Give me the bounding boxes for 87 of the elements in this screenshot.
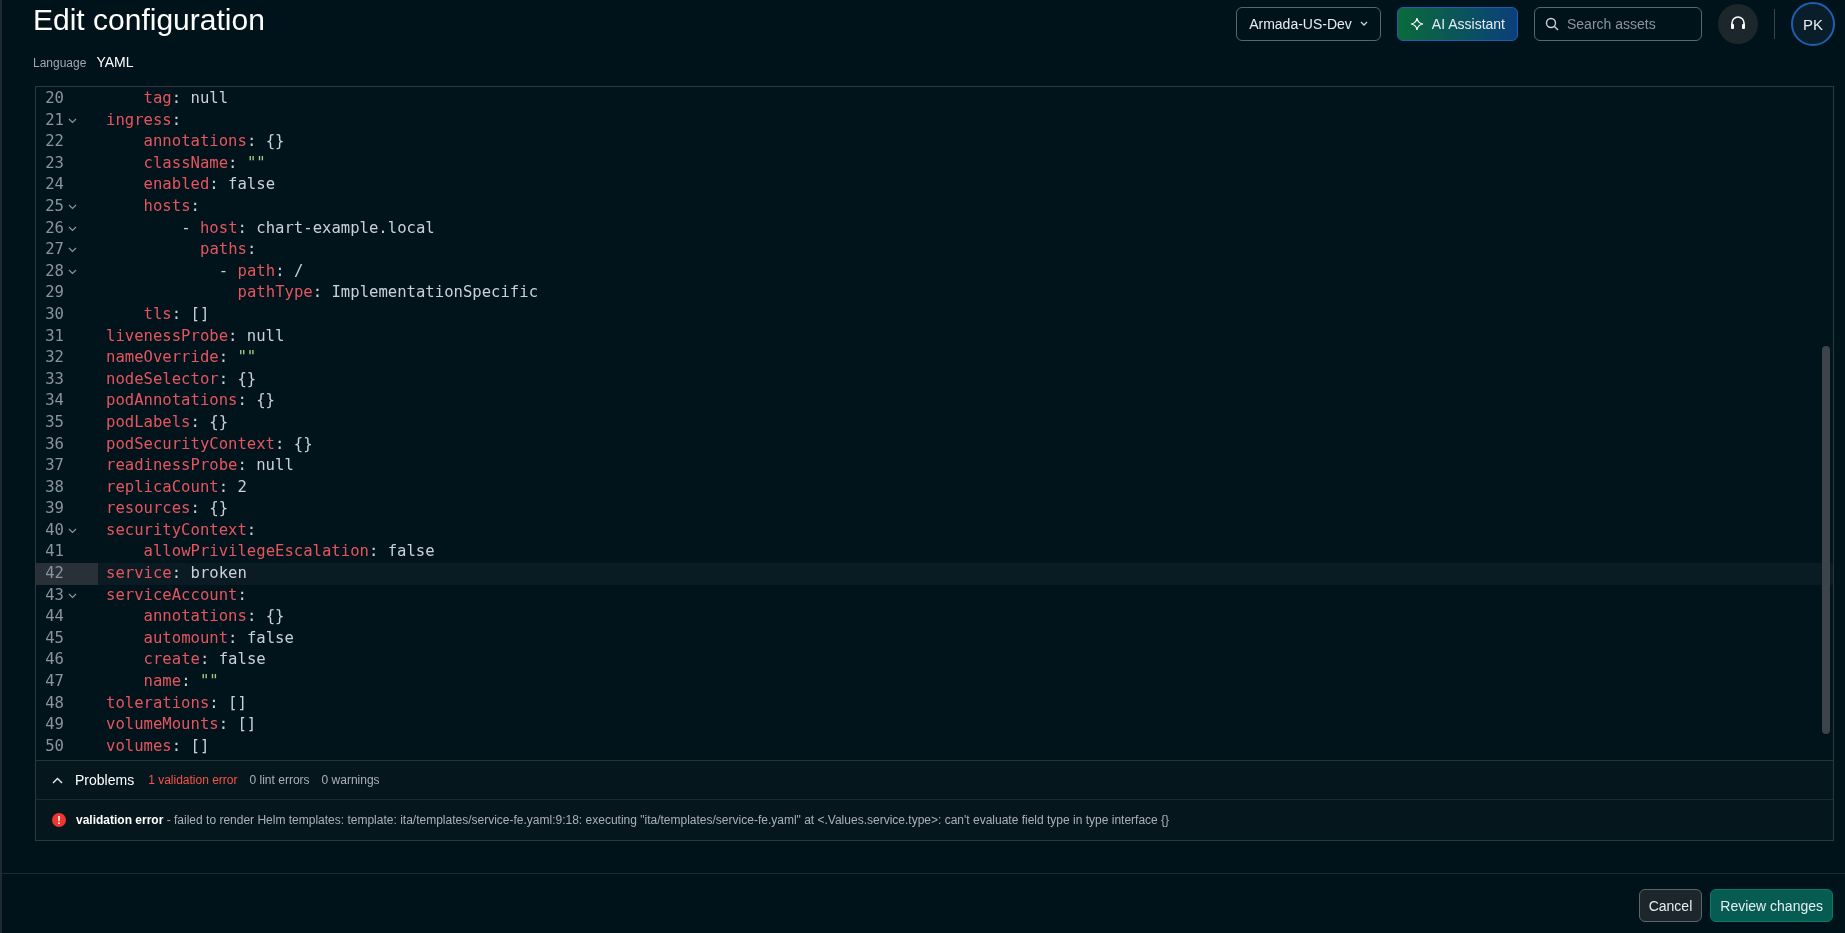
code-text: paths:: [200, 239, 257, 261]
chevron-down-icon[interactable]: [68, 202, 77, 212]
line-number: 48: [44, 692, 64, 714]
line-number: 33: [44, 368, 64, 390]
caret-down-icon: [1359, 21, 1368, 27]
line-number: 24: [44, 174, 64, 196]
line-number: 40: [44, 519, 64, 541]
code-text: enabled: false: [143, 174, 276, 196]
line-number: 47: [44, 671, 64, 693]
line-number: 29: [44, 282, 64, 304]
code-text: tls: []: [143, 303, 210, 325]
environment-dropdown[interactable]: Armada-US-Dev: [1236, 7, 1381, 41]
code-text: allowPrivilegeEscalation: false: [143, 541, 435, 563]
code-text: service: broken: [106, 563, 247, 585]
line-number: 43: [44, 584, 64, 606]
line-number: 49: [44, 714, 64, 736]
search-field[interactable]: Search assets: [1534, 7, 1702, 41]
code-text: podLabels: {}: [106, 411, 229, 433]
line-number: 25: [44, 195, 64, 217]
code-text: name: "": [143, 671, 219, 693]
problem-count: 1 validation error: [148, 773, 238, 787]
code-text: podSecurityContext: {}: [106, 433, 313, 455]
language-value: YAML: [96, 54, 134, 70]
code-text: podAnnotations: {}: [106, 390, 275, 412]
line-number: 41: [44, 541, 64, 563]
problems-title[interactable]: Problems: [75, 772, 135, 788]
ai-assistant-button[interactable]: AI Assistant: [1396, 7, 1518, 41]
language-label: Language: [33, 56, 87, 70]
error-icon: [52, 813, 66, 827]
review-changes-button[interactable]: Review changes: [1710, 889, 1833, 922]
line-number: 34: [44, 390, 64, 412]
line-number: 23: [44, 152, 64, 174]
code-text: securityContext:: [106, 519, 257, 541]
line-number: 21: [44, 109, 64, 131]
code-text: create: false: [143, 649, 266, 671]
chevron-down-icon[interactable]: [68, 526, 77, 536]
problem-count: 0 lint errors: [249, 773, 310, 787]
code-text: ingress:: [106, 109, 182, 131]
line-number: 26: [44, 217, 64, 239]
line-number: 38: [44, 476, 64, 498]
scrollbar-thumb[interactable]: [1822, 346, 1830, 734]
line-number: 50: [44, 735, 64, 757]
line-number: 46: [44, 649, 64, 671]
code-text: tag: null: [143, 88, 229, 109]
cancel-button[interactable]: Cancel: [1638, 889, 1703, 922]
code-text: livenessProbe: null: [106, 325, 285, 347]
error-message: validation error - failed to render Helm templates: template: ita/templates/service-fe.yaml:9:18: executing "ita/templates/service-fe.yaml" at <.Values.service.type>: can't evaluate field type in type interface {}: [76, 813, 1170, 827]
sparkle-icon: [1409, 17, 1424, 31]
user-avatar[interactable]: PK: [1791, 2, 1835, 46]
line-number: 36: [44, 433, 64, 455]
code-text: className: "": [143, 152, 266, 174]
code-text: pathType: ImplementationSpecific: [237, 282, 539, 304]
dialog-title: Edit configuration: [33, 3, 265, 37]
code-text: automount: false: [143, 627, 294, 649]
line-number: 37: [44, 455, 64, 477]
line-number: 32: [44, 347, 64, 369]
code-text: tolerations: []: [106, 692, 247, 714]
line-number: 39: [44, 498, 64, 520]
line-number: 31: [44, 325, 64, 347]
code-text: annotations: {}: [143, 606, 285, 628]
headset-icon[interactable]: [1718, 4, 1758, 44]
code-text: replicaCount: 2: [106, 476, 247, 498]
chevron-down-icon[interactable]: [68, 245, 77, 255]
code-text: volumeMounts: []: [106, 714, 257, 736]
line-number: 28: [44, 260, 64, 282]
line-number: 35: [44, 411, 64, 433]
chevron-up-icon[interactable]: [52, 776, 63, 784]
code-text: - host: chart-example.local: [181, 217, 435, 239]
line-number: 30: [44, 303, 64, 325]
code-text: nameOverride: "": [106, 347, 257, 369]
line-number: 42: [44, 563, 64, 585]
code-text: serviceAccount:: [106, 584, 247, 606]
code-text: hosts:: [143, 195, 200, 217]
line-number: 27: [44, 239, 64, 261]
code-text: volumes: []: [106, 735, 210, 757]
line-number: 44: [44, 606, 64, 628]
chevron-down-icon[interactable]: [68, 267, 77, 277]
code-text: nodeSelector: {}: [106, 368, 257, 390]
problem-count: 0 warnings: [321, 773, 380, 787]
code-text: - path: /: [218, 260, 304, 282]
search-icon: [1545, 17, 1559, 31]
line-number: 20: [44, 88, 64, 109]
code-text: readinessProbe: null: [106, 455, 294, 477]
line-number: 22: [44, 131, 64, 153]
line-number: 45: [44, 627, 64, 649]
code-text: annotations: {}: [143, 131, 285, 153]
code-text: resources: {}: [106, 498, 229, 520]
